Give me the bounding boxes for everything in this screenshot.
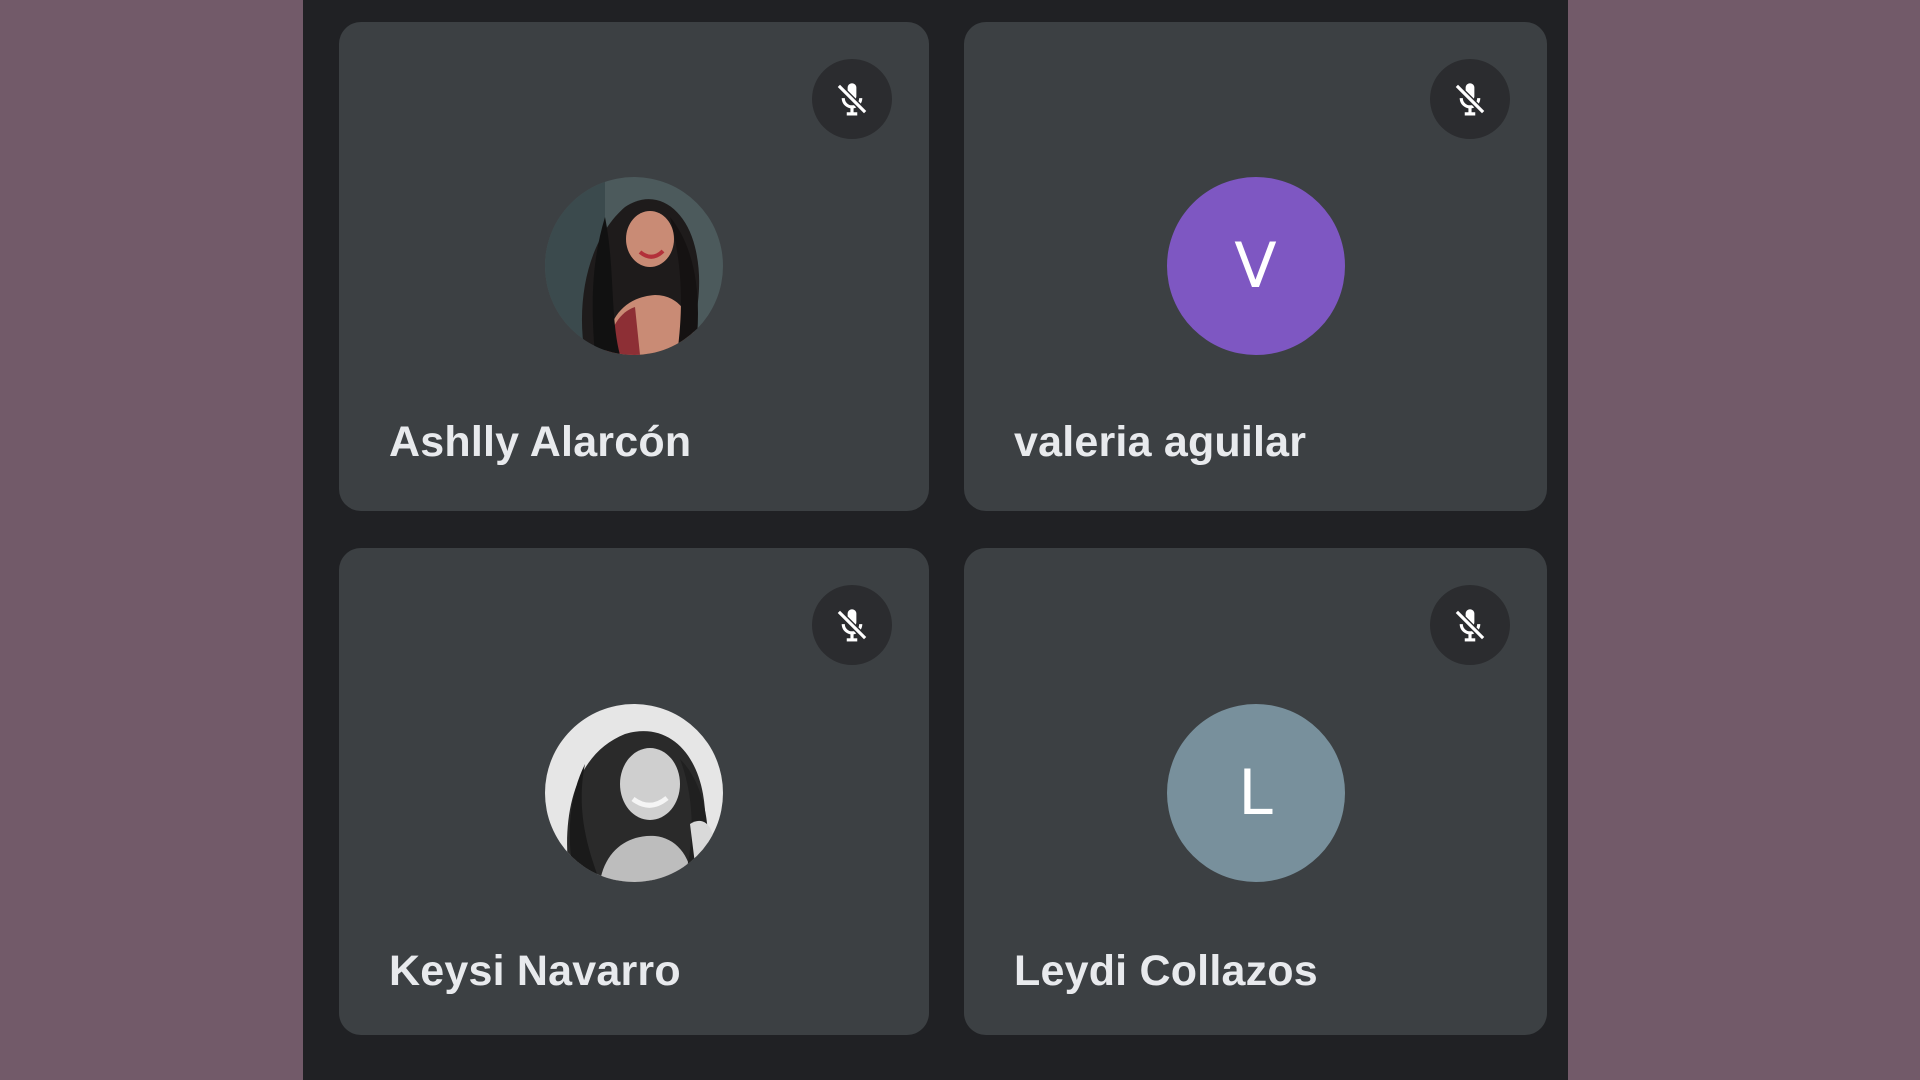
mic-off-glyph <box>836 609 868 642</box>
mic-off-icon[interactable] <box>1430 59 1510 139</box>
avatar: V <box>1166 177 1345 355</box>
avatar-photo <box>545 177 723 355</box>
mic-off-glyph <box>836 83 868 116</box>
avatar-initial: V <box>1234 229 1277 302</box>
participant-tile[interactable]: Keysi Navarro <box>339 548 929 1035</box>
participant-tile[interactable]: V valeria aguilar <box>964 22 1547 511</box>
mic-off-glyph <box>1454 83 1486 116</box>
mic-off-icon[interactable] <box>1430 585 1510 665</box>
participant-tile[interactable]: L Leydi Collazos <box>964 548 1547 1035</box>
avatar: L <box>1166 704 1345 882</box>
mic-off-icon[interactable] <box>812 59 892 139</box>
avatar-initial: L <box>1238 756 1273 829</box>
participant-tile[interactable]: Ashlly Alarcón <box>339 22 929 511</box>
participant-name: Leydi Collazos <box>1014 947 1318 995</box>
participant-name: valeria aguilar <box>1014 418 1307 466</box>
mic-off-glyph <box>1454 609 1486 642</box>
mic-off-icon[interactable] <box>812 585 892 665</box>
participant-name: Ashlly Alarcón <box>389 418 692 466</box>
avatar <box>545 177 723 355</box>
participant-name: Keysi Navarro <box>389 947 681 995</box>
meeting-stage: Ashlly Alarcón V valeria aguilar Keysi N… <box>303 0 1568 1080</box>
avatar <box>545 704 723 882</box>
avatar-photo <box>545 704 723 882</box>
